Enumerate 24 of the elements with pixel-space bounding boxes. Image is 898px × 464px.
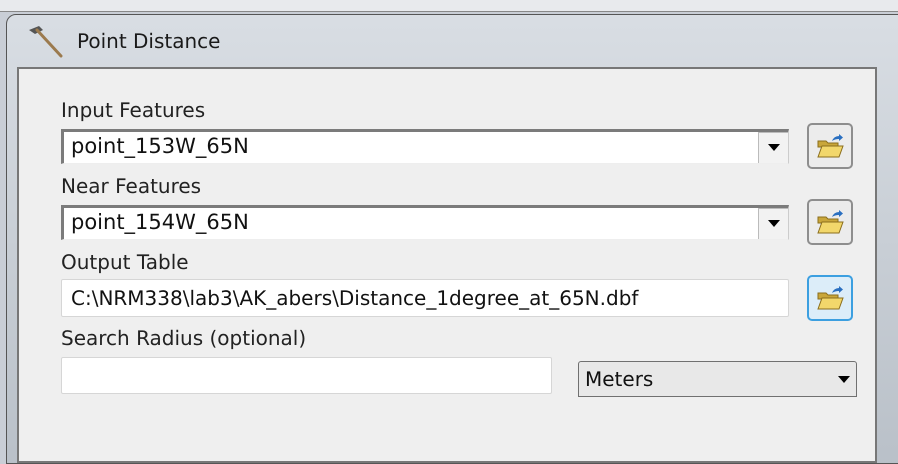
field-label: Search Radius (optional): [61, 325, 308, 351]
units-dropdown[interactable]: Meters: [578, 361, 857, 397]
field-value: point_154W_65N: [70, 209, 250, 236]
open-folder-icon: [816, 285, 844, 311]
caret-icon: [838, 376, 850, 382]
field-label: Input Features: [61, 97, 206, 123]
dropdown-field[interactable]: point_153W_65N: [61, 128, 789, 164]
open-folder-icon: [816, 209, 844, 235]
dropdown-field[interactable]: point_154W_65N: [61, 204, 789, 240]
browse-button[interactable]: [807, 123, 853, 169]
dropdown-arrow-button[interactable]: [758, 132, 788, 162]
path-field[interactable]: C:\NRM338\lab3\AK_abers\Distance_1degree_at_65N.dbf: [61, 279, 789, 317]
dropdown-arrow-button[interactable]: [758, 208, 788, 238]
field-value: C:\NRM338\lab3\AK_abers\Distance_1degree_at_65N.dbf: [70, 285, 638, 312]
window-title: Point Distance: [77, 28, 220, 55]
field-label: Near Features: [61, 173, 202, 199]
field-value: point_153W_65N: [70, 133, 250, 160]
field-label: Output Table: [61, 249, 190, 275]
caret-icon: [768, 220, 780, 227]
browse-button[interactable]: [807, 275, 853, 321]
open-folder-icon: [816, 133, 844, 159]
caret-icon: [768, 144, 780, 151]
browse-button[interactable]: [807, 199, 853, 245]
radius-input-field[interactable]: [61, 356, 552, 394]
